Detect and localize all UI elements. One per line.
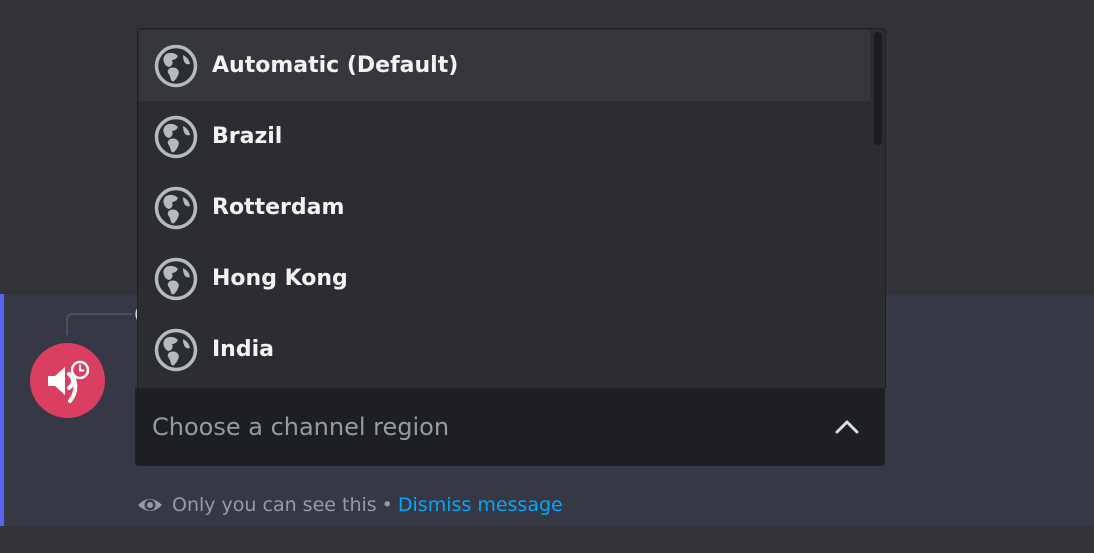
globe-icon (154, 257, 198, 300)
dropdown-scrollbar[interactable] (874, 32, 882, 145)
region-option-label: India (212, 337, 274, 362)
region-option-rotterdam[interactable]: Rotterdam (139, 172, 870, 243)
region-option-label: Hong Kong (212, 266, 348, 291)
globe-icon (154, 328, 198, 371)
globe-icon (154, 44, 198, 87)
channel-region-select[interactable]: Choose a channel region (135, 388, 885, 466)
separator-dot: • (381, 494, 393, 516)
region-option-brazil[interactable]: Brazil (139, 101, 870, 172)
region-option-label: Rotterdam (212, 195, 345, 220)
eye-icon (138, 499, 162, 511)
reply-connector (66, 313, 132, 335)
speaker-clock-icon (47, 360, 89, 403)
region-option-automatic[interactable]: Automatic (Default) (139, 30, 870, 101)
ephemeral-notice: Only you can see this • Dismiss message (136, 491, 563, 519)
dismiss-message-link[interactable]: Dismiss message (398, 494, 563, 516)
bot-avatar[interactable] (30, 343, 105, 418)
region-dropdown-menu[interactable]: Automatic (Default) Brazil Rotterdam Hon… (137, 28, 886, 388)
chevron-up-icon (835, 420, 859, 434)
globe-icon (154, 115, 198, 158)
region-option-label: Automatic (Default) (212, 53, 459, 78)
message-highlight-bar (0, 294, 4, 526)
region-option-india[interactable]: India (139, 314, 870, 385)
select-placeholder: Choose a channel region (152, 413, 450, 441)
region-option-hong-kong[interactable]: Hong Kong (139, 243, 870, 314)
region-option-label: Brazil (212, 124, 283, 149)
globe-icon (154, 186, 198, 229)
ephemeral-note: Only you can see this (172, 494, 377, 516)
chat-view: ( Automatic (Default) (0, 0, 1094, 553)
